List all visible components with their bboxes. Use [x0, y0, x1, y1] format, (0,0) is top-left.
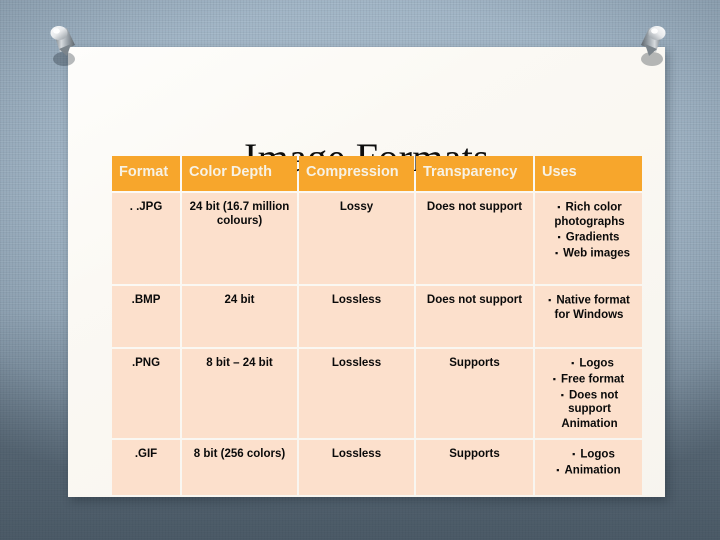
bullet-icon: ▪ — [572, 449, 576, 460]
uses-list-item-label: Native format for Windows — [554, 294, 630, 321]
cell-uses: ▪ Logos ▪ Free format ▪ Does not support Anim… — [535, 349, 642, 439]
uses-list-item: ▪ Logos — [539, 356, 638, 371]
table-row: . .JPG 24 bit (16.7 million colours) Los… — [112, 193, 642, 284]
uses-list-item-label: Rich color photographs — [554, 201, 625, 228]
bullet-icon: ▪ — [556, 465, 560, 476]
image-formats-table: Format Color Depth Compression Transpare… — [110, 154, 644, 497]
table-row: .PNG 8 bit – 24 bit Lossless Supports ▪ L… — [112, 349, 642, 439]
uses-list-item: ▪ Does not support Animation — [539, 388, 638, 432]
cell-uses: ▪ Native format for Windows — [535, 286, 642, 347]
cell-compression: Lossless — [299, 440, 414, 496]
table-row: .GIF 8 bit (256 colors) Lossless Support… — [112, 440, 642, 496]
uses-list-item-label: Logos — [580, 448, 615, 461]
cell-color-depth: 8 bit – 24 bit — [182, 349, 297, 439]
uses-list-item: ▪ Gradients — [539, 230, 638, 245]
column-header-color-depth: Color Depth — [182, 156, 297, 191]
cell-format: .GIF — [112, 440, 180, 496]
bullet-icon: ▪ — [548, 295, 552, 305]
uses-list-item: ▪ Web images — [539, 246, 638, 261]
paper-sheet: Image Formats Format Color Depth Compres… — [68, 47, 665, 497]
cell-transparency: Does not support — [416, 193, 533, 284]
cell-color-depth: 24 bit — [182, 286, 297, 347]
uses-list: ▪ Logos ▪ Animation — [539, 447, 638, 478]
uses-list-item-label: Logos — [579, 357, 614, 370]
uses-list-item-label: Web images — [563, 247, 631, 260]
cell-color-depth: 8 bit (256 colors) — [182, 440, 297, 496]
cell-compression: Lossless — [299, 286, 414, 347]
uses-list-item-label: Does not support Animation — [561, 388, 619, 430]
slide: Image Formats Format Color Depth Compres… — [0, 0, 720, 540]
bullet-icon: ▪ — [571, 358, 575, 368]
cell-color-depth: 24 bit (16.7 million colours) — [182, 193, 297, 284]
column-header-format: Format — [112, 156, 180, 191]
image-formats-table-container: Format Color Depth Compression Transpare… — [110, 154, 642, 497]
table-row: .BMP 24 bit Lossless Does not support ▪ N… — [112, 286, 642, 347]
bullet-icon: ▪ — [557, 232, 561, 243]
uses-list: ▪ Logos ▪ Free format ▪ Does not support Anim… — [539, 356, 638, 431]
uses-list: ▪ Native format for Windows — [539, 293, 638, 322]
cell-format: . .JPG — [112, 193, 180, 284]
uses-list-item: ▪ Logos — [539, 447, 638, 462]
cell-uses: ▪ Rich color photographs ▪ Gradients ▪ Web im… — [535, 193, 642, 284]
uses-list-item: ▪ Animation — [539, 463, 638, 478]
cell-transparency: Does not support — [416, 286, 533, 347]
uses-list-item-label: Animation — [564, 464, 621, 477]
uses-list-item: ▪ Native format for Windows — [540, 293, 638, 322]
uses-list-item: ▪ Free format — [539, 372, 638, 387]
bullet-icon: ▪ — [557, 202, 561, 212]
bullet-icon: ▪ — [552, 373, 556, 384]
cell-format: .BMP — [112, 286, 180, 347]
push-pin-right-icon — [637, 25, 671, 71]
column-header-transparency: Transparency — [416, 156, 533, 191]
uses-list: ▪ Rich color photographs ▪ Gradients ▪ Web im… — [539, 200, 638, 261]
uses-list-item-label: Gradients — [565, 231, 620, 244]
cell-uses: ▪ Logos ▪ Animation — [535, 440, 642, 496]
push-pin-left-icon — [45, 25, 79, 71]
column-header-uses: Uses — [535, 156, 642, 191]
cell-compression: Lossless — [299, 349, 414, 439]
uses-list-item: ▪ Rich color photographs — [539, 200, 638, 229]
cell-compression: Lossy — [299, 193, 414, 284]
cell-format: .PNG — [112, 349, 180, 439]
column-header-compression: Compression — [299, 156, 414, 191]
table-header-row: Format Color Depth Compression Transpare… — [112, 156, 642, 191]
uses-list-item-label: Free format — [560, 373, 625, 386]
cell-transparency: Supports — [416, 349, 533, 439]
cell-transparency: Supports — [416, 440, 533, 496]
bullet-icon: ▪ — [560, 389, 564, 400]
bullet-icon: ▪ — [554, 248, 559, 259]
